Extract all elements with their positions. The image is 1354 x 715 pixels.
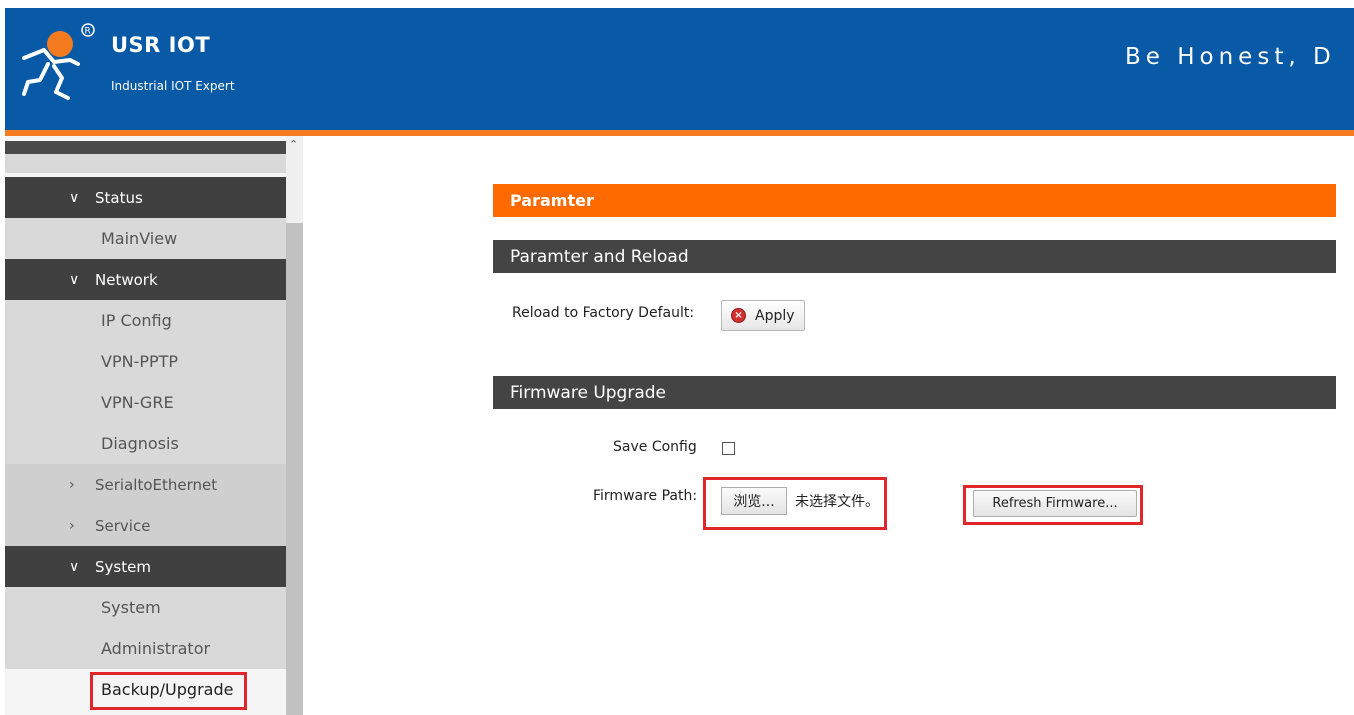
sidebar-group-network[interactable]: ∨ Network <box>5 259 286 300</box>
sidebar-header-strip <box>5 141 286 154</box>
section-title-paramter: Paramter <box>493 184 1336 217</box>
chevron-down-icon: ∨ <box>69 558 80 575</box>
sidebar-item-label: Network <box>95 270 158 289</box>
refresh-firmware-button[interactable]: Refresh Firmware... <box>973 490 1137 517</box>
apply-button[interactable]: × Apply <box>721 300 805 331</box>
no-file-selected-text: 未选择文件。 <box>795 494 879 510</box>
sidebar-item-mainview[interactable]: MainView <box>5 218 286 259</box>
sidebar-scrollbar-thumb[interactable] <box>286 223 303 715</box>
sidebar: ∨ Status MainView ∨ Network IP Config VP… <box>5 136 303 715</box>
sidebar-item-label: Administrator <box>101 639 211 658</box>
scroll-up-icon[interactable]: ⌃ <box>289 138 298 151</box>
sidebar-item-label: VPN-PPTP <box>101 352 179 371</box>
sidebar-item-label: IP Config <box>101 311 172 330</box>
header-slogan: Be Honest, D <box>1125 44 1336 70</box>
svg-text:R: R <box>85 27 91 37</box>
chevron-down-icon: ∨ <box>69 189 80 206</box>
browse-file-button[interactable]: 浏览... <box>721 487 787 515</box>
brand-tagline: Industrial IOT Expert <box>111 79 235 93</box>
section-header-paramter-reload: Paramter and Reload <box>493 240 1336 273</box>
sidebar-item-label: Status <box>95 188 143 207</box>
sidebar-item-label: Diagnosis <box>101 434 179 453</box>
sidebar-item-label: System <box>101 598 161 617</box>
usr-iot-logo-icon: R <box>22 23 95 100</box>
sidebar-item-diagnosis[interactable]: Diagnosis <box>5 423 286 464</box>
sidebar-item-vpn-gre[interactable]: VPN-GRE <box>5 382 286 423</box>
chevron-right-icon: › <box>69 517 75 534</box>
sidebar-group-serialtoethernet[interactable]: › SerialtoEthernet <box>5 464 286 505</box>
sidebar-group-service[interactable]: › Service <box>5 505 286 546</box>
sidebar-item-system[interactable]: System <box>5 587 286 628</box>
save-config-checkbox[interactable] <box>722 442 735 455</box>
section-header-firmware-upgrade: Firmware Upgrade <box>493 376 1336 409</box>
chevron-down-icon: ∨ <box>69 271 80 288</box>
sidebar-header-strip-light <box>5 154 286 173</box>
sidebar-item-administrator[interactable]: Administrator <box>5 628 286 669</box>
sidebar-group-system[interactable]: ∨ System <box>5 546 286 587</box>
sidebar-item-label: SerialtoEthernet <box>95 475 218 494</box>
cancel-circle-icon: × <box>731 308 746 323</box>
factory-default-label: Reload to Factory Default: <box>512 305 695 321</box>
sidebar-item-label: Service <box>95 516 151 535</box>
sidebar-item-vpn-pptp[interactable]: VPN-PPTP <box>5 341 286 382</box>
sidebar-group-status[interactable]: ∨ Status <box>5 177 286 218</box>
main-content <box>303 136 1354 715</box>
highlight-box-backup-upgrade <box>90 672 247 710</box>
sidebar-item-label: MainView <box>101 229 178 248</box>
apply-button-label: Apply <box>755 307 795 324</box>
sidebar-item-label: System <box>95 557 151 576</box>
firmware-path-label: Firmware Path: <box>593 488 698 504</box>
chevron-right-icon: › <box>69 476 75 493</box>
sidebar-item-label: VPN-GRE <box>101 393 174 412</box>
save-config-label: Save Config <box>613 439 697 455</box>
sidebar-item-ip-config[interactable]: IP Config <box>5 300 286 341</box>
brand-name: USR IOT <box>111 33 211 57</box>
